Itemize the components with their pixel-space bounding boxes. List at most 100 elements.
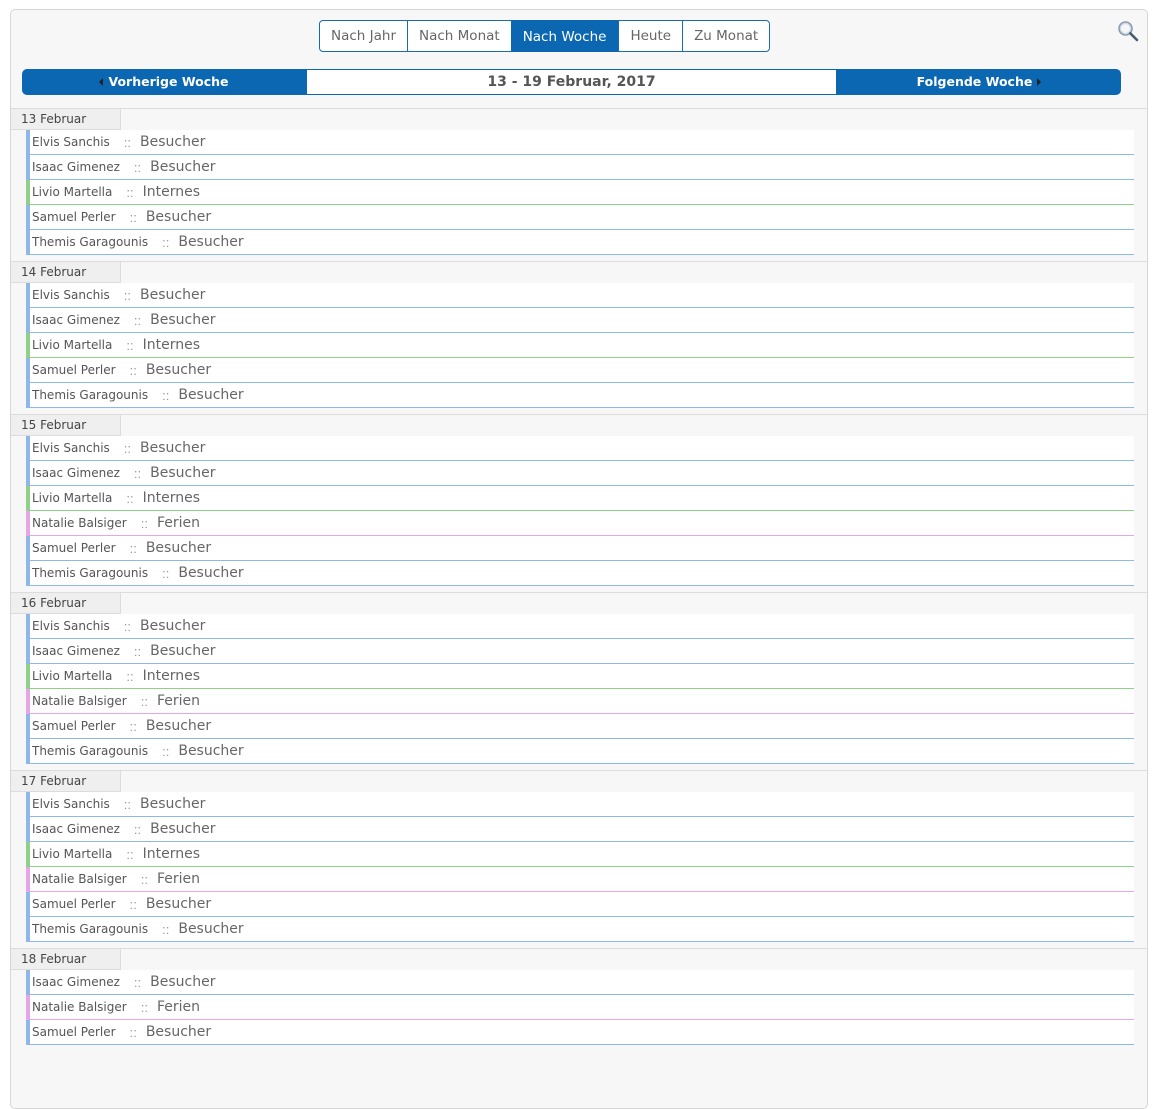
event-person: Isaac Gimenez (32, 644, 120, 658)
event-entry[interactable]: Elvis Sanchis:: Besucher (26, 614, 1134, 639)
event-entry[interactable]: Elvis Sanchis:: Besucher (26, 283, 1134, 308)
event-separator: :: (162, 743, 170, 759)
event-person: Isaac Gimenez (32, 822, 120, 836)
view-button-nach-monat[interactable]: Nach Monat (407, 21, 511, 51)
day-section: 14 Februar Elvis Sanchis:: Besucher Isaac G… (11, 261, 1147, 414)
event-person: Natalie Balsiger (32, 872, 127, 886)
event-entry[interactable]: Themis Garagounis:: Besucher (26, 739, 1134, 764)
event-separator: :: (133, 643, 142, 659)
event-entry[interactable]: Samuel Perler:: Besucher (26, 892, 1134, 917)
previous-week-button[interactable]: Vorherige Woche (22, 69, 306, 95)
event-entry[interactable]: Natalie Balsiger:: Ferien (26, 511, 1134, 536)
view-button-nach-woche[interactable]: Nach Woche (510, 20, 619, 52)
event-person: Elvis Sanchis (32, 288, 110, 302)
event-separator: :: (126, 846, 134, 862)
event-person: Elvis Sanchis (32, 619, 110, 633)
view-button-zu-monat[interactable]: Zu Monat (682, 21, 770, 51)
event-entry[interactable]: Samuel Perler:: Besucher (26, 358, 1134, 383)
day-list: 13 Februar Elvis Sanchis:: Besucher Isaac G… (11, 108, 1147, 1051)
event-type: Besucher (145, 896, 212, 912)
event-entry[interactable]: Isaac Gimenez:: Besucher (26, 817, 1134, 842)
day-section: 13 Februar Elvis Sanchis:: Besucher Isaac G… (11, 108, 1147, 261)
event-entry[interactable]: Isaac Gimenez:: Besucher (26, 461, 1134, 486)
event-entry[interactable]: Natalie Balsiger:: Ferien (26, 995, 1134, 1020)
event-entry[interactable]: Isaac Gimenez:: Besucher (26, 970, 1134, 995)
event-type: Internes (142, 184, 201, 200)
event-separator: :: (133, 974, 142, 990)
event-entry[interactable]: Isaac Gimenez:: Besucher (26, 308, 1134, 333)
event-separator: :: (129, 540, 137, 556)
event-separator: :: (133, 159, 142, 175)
day-label: 18 Februar (11, 949, 121, 970)
event-type: Besucher (150, 312, 216, 328)
event-person: Themis Garagounis (32, 235, 149, 249)
event-type: Besucher (150, 974, 216, 990)
event-separator: :: (140, 871, 148, 887)
event-person: Themis Garagounis (32, 388, 149, 402)
event-type: Besucher (145, 1024, 212, 1040)
event-entry[interactable]: Natalie Balsiger:: Ferien (26, 867, 1134, 892)
event-type: Besucher (178, 234, 244, 250)
event-separator: :: (162, 387, 170, 403)
event-type: Ferien (156, 515, 200, 531)
event-entry[interactable]: Themis Garagounis:: Besucher (26, 383, 1134, 408)
event-type: Besucher (140, 796, 206, 812)
event-entry[interactable]: Themis Garagounis:: Besucher (26, 230, 1134, 255)
next-week-label: Folgende Woche (916, 74, 1033, 89)
calendar-panel: Nach Jahr Nach Monat Nach Woche Heute Zu Mon… (10, 9, 1148, 1109)
event-type: Besucher (140, 618, 206, 634)
view-button-heute[interactable]: Heute (618, 21, 683, 51)
event-entry[interactable]: Samuel Perler:: Besucher (26, 714, 1134, 739)
event-person: Livio Martella (32, 338, 113, 352)
event-entry[interactable]: Livio Martella:: Internes (26, 664, 1134, 689)
event-entry[interactable]: Natalie Balsiger:: Ferien (26, 689, 1134, 714)
day-section: 15 Februar Elvis Sanchis:: Besucher Isaac G… (11, 414, 1147, 592)
event-entry[interactable]: Isaac Gimenez:: Besucher (26, 639, 1134, 664)
event-entry[interactable]: Elvis Sanchis:: Besucher (26, 436, 1134, 461)
event-entry[interactable]: Samuel Perler:: Besucher (26, 1020, 1134, 1045)
event-entry[interactable]: Livio Martella:: Internes (26, 333, 1134, 358)
view-button-nach-jahr[interactable]: Nach Jahr (320, 21, 408, 51)
day-label: 15 Februar (11, 415, 121, 436)
event-separator: :: (123, 134, 132, 150)
event-person: Elvis Sanchis (32, 797, 110, 811)
event-person: Samuel Perler (32, 719, 116, 733)
event-entry[interactable]: Livio Martella:: Internes (26, 486, 1134, 511)
event-separator: :: (123, 440, 132, 456)
next-week-button[interactable]: Folgende Woche (837, 69, 1121, 95)
event-type: Internes (142, 337, 201, 353)
event-entry[interactable]: Elvis Sanchis:: Besucher (26, 792, 1134, 817)
event-person: Themis Garagounis (32, 744, 149, 758)
event-person: Themis Garagounis (32, 922, 149, 936)
event-person: Samuel Perler (32, 363, 116, 377)
event-entry[interactable]: Themis Garagounis:: Besucher (26, 561, 1134, 586)
event-person: Isaac Gimenez (32, 975, 120, 989)
day-section: 17 Februar Elvis Sanchis:: Besucher Isaac G… (11, 770, 1147, 948)
event-type: Besucher (145, 718, 212, 734)
event-type: Besucher (145, 540, 212, 556)
event-separator: :: (123, 287, 132, 303)
event-person: Natalie Balsiger (32, 1000, 127, 1014)
event-separator: :: (162, 234, 170, 250)
event-entry[interactable]: Elvis Sanchis:: Besucher (26, 130, 1134, 155)
event-separator: :: (140, 515, 148, 531)
event-entry[interactable]: Samuel Perler:: Besucher (26, 536, 1134, 561)
event-type: Besucher (150, 643, 216, 659)
search-icon[interactable] (1117, 20, 1139, 42)
event-entry[interactable]: Isaac Gimenez:: Besucher (26, 155, 1134, 180)
event-person: Themis Garagounis (32, 566, 149, 580)
event-entry[interactable]: Samuel Perler:: Besucher (26, 205, 1134, 230)
event-type: Besucher (150, 821, 216, 837)
event-separator: :: (129, 896, 137, 912)
event-type: Ferien (156, 871, 200, 887)
event-type: Besucher (178, 565, 244, 581)
event-separator: :: (126, 490, 134, 506)
event-entry[interactable]: Livio Martella:: Internes (26, 842, 1134, 867)
week-navigation: Vorherige Woche 13 - 19 Februar, 2017 Fo… (22, 69, 1121, 95)
event-entry[interactable]: Livio Martella:: Internes (26, 180, 1134, 205)
event-person: Livio Martella (32, 491, 113, 505)
event-entry[interactable]: Themis Garagounis:: Besucher (26, 917, 1134, 942)
week-title: 13 - 19 Februar, 2017 (306, 69, 837, 95)
event-person: Natalie Balsiger (32, 694, 127, 708)
event-separator: :: (126, 184, 134, 200)
